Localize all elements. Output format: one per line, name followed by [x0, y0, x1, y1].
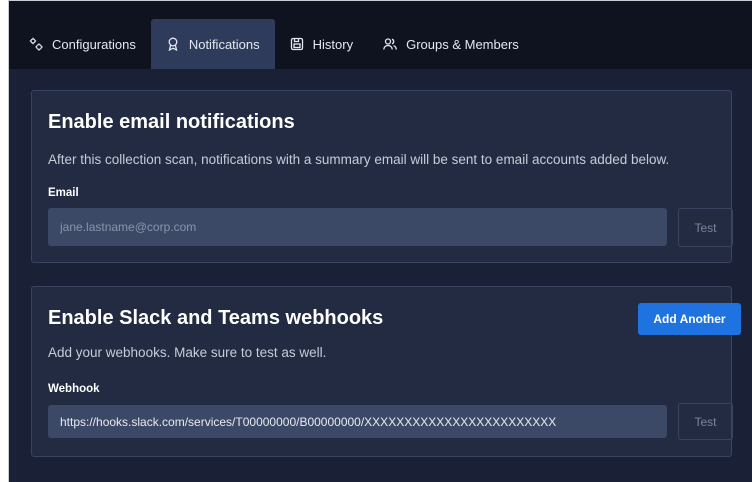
webhooks-card: Enable Slack and Teams webhooks Add Anot…	[31, 286, 741, 457]
tab-label: Configurations	[52, 36, 136, 52]
gears-icon	[29, 37, 43, 51]
webhook-field-label: Webhook	[48, 383, 100, 395]
webhook-section-description: Add your webhooks. Make sure to test as …	[48, 345, 327, 360]
email-field[interactable]	[48, 208, 667, 246]
tab-label: Notifications	[188, 36, 260, 52]
tab-label: History	[312, 36, 354, 52]
tab-groups-members[interactable]: Groups & Members	[368, 19, 534, 69]
tab-label: Groups & Members	[406, 36, 519, 52]
email-section-description: After this collection scan, notification…	[48, 152, 670, 167]
test-webhook-button[interactable]: Test	[678, 403, 733, 440]
test-email-button[interactable]: Test	[678, 208, 733, 247]
add-another-button[interactable]: Add Another	[638, 303, 741, 335]
award-icon	[166, 37, 180, 51]
notifications-panel: Configurations Notifications History Gro…	[8, 0, 752, 482]
webhook-section-title: Enable Slack and Teams webhooks	[48, 307, 384, 329]
tab-notifications[interactable]: Notifications	[150, 19, 275, 69]
tab-configurations[interactable]: Configurations	[14, 19, 151, 69]
email-section-title: Enable email notifications	[48, 111, 295, 133]
users-icon	[383, 37, 397, 51]
webhook-field[interactable]	[48, 405, 667, 438]
save-icon	[290, 37, 304, 51]
tab-bar: Configurations Notifications History Gro…	[9, 1, 752, 69]
tab-history[interactable]: History	[275, 19, 368, 69]
email-field-label: Email	[48, 187, 79, 199]
email-notifications-card: Enable email notifications After this co…	[31, 90, 733, 263]
